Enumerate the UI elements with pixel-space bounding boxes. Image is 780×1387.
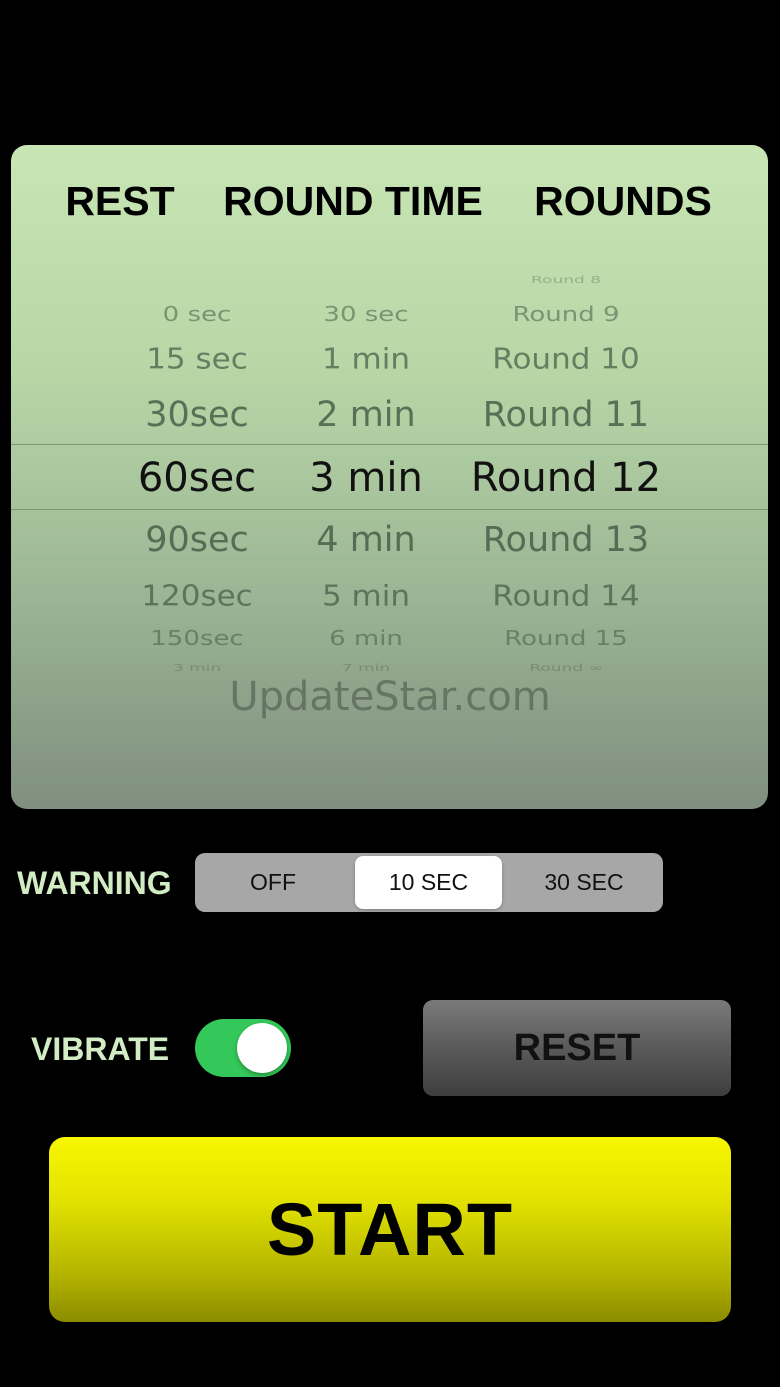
round-time-column-header: ROUND TIME (223, 178, 483, 224)
vibrate-toggle[interactable] (195, 1019, 291, 1077)
rest-option[interactable]: 15 sec (146, 342, 248, 375)
rest-option[interactable]: 3 min (173, 663, 221, 674)
rest-option[interactable]: 120sec (141, 579, 252, 612)
warning-option-10-sec[interactable]: 10 SEC (355, 856, 502, 909)
warning-segmented-control: OFF 10 SEC 30 SEC (195, 853, 663, 912)
rounds-option[interactable]: Round 14 (492, 579, 639, 612)
warning-label: WARNING (17, 865, 172, 901)
rest-option[interactable]: 150sec (150, 627, 243, 650)
start-button[interactable]: START (49, 1137, 731, 1322)
round-time-option[interactable]: 3 min (309, 455, 423, 501)
rounds-option[interactable]: Round 12 (471, 455, 661, 501)
vibrate-label: VIBRATE (31, 1031, 170, 1067)
rest-option[interactable]: 30sec (145, 395, 249, 435)
rest-column-header: REST (65, 178, 175, 224)
round-time-option[interactable]: 7 min (342, 663, 390, 674)
rounds-option[interactable]: Round 9 (512, 303, 619, 326)
warning-option-off[interactable]: OFF (199, 856, 347, 909)
rest-option[interactable]: 0 sec (163, 303, 232, 326)
rounds-option[interactable]: Round 13 (483, 520, 649, 560)
rounds-option[interactable]: Round 11 (483, 395, 649, 435)
rounds-option[interactable]: Round ∞ (529, 663, 602, 674)
round-time-option[interactable]: 5 min (322, 579, 410, 612)
rest-option[interactable]: 90sec (145, 520, 249, 560)
rest-option[interactable]: 60sec (138, 455, 256, 501)
round-time-option[interactable]: 6 min (329, 627, 403, 650)
app-screen: REST ROUND TIME ROUNDS 0 sec 15 sec 30sec 6… (0, 0, 780, 1387)
round-time-option[interactable]: 30 sec (323, 303, 408, 326)
round-time-option[interactable]: 1 min (322, 342, 410, 375)
rounds-column-header: ROUNDS (534, 178, 712, 224)
rounds-option[interactable]: Round 10 (492, 342, 639, 375)
reset-button[interactable]: RESET (423, 1000, 731, 1096)
round-time-option[interactable]: 2 min (316, 395, 415, 435)
rounds-option[interactable]: Round 8 (531, 275, 601, 286)
watermark-text: UpdateStar.com (229, 674, 551, 720)
round-time-option[interactable]: 4 min (316, 520, 415, 560)
rounds-option[interactable]: Round 15 (504, 627, 628, 650)
toggle-knob (237, 1023, 287, 1073)
warning-option-30-sec[interactable]: 30 SEC (509, 856, 659, 909)
